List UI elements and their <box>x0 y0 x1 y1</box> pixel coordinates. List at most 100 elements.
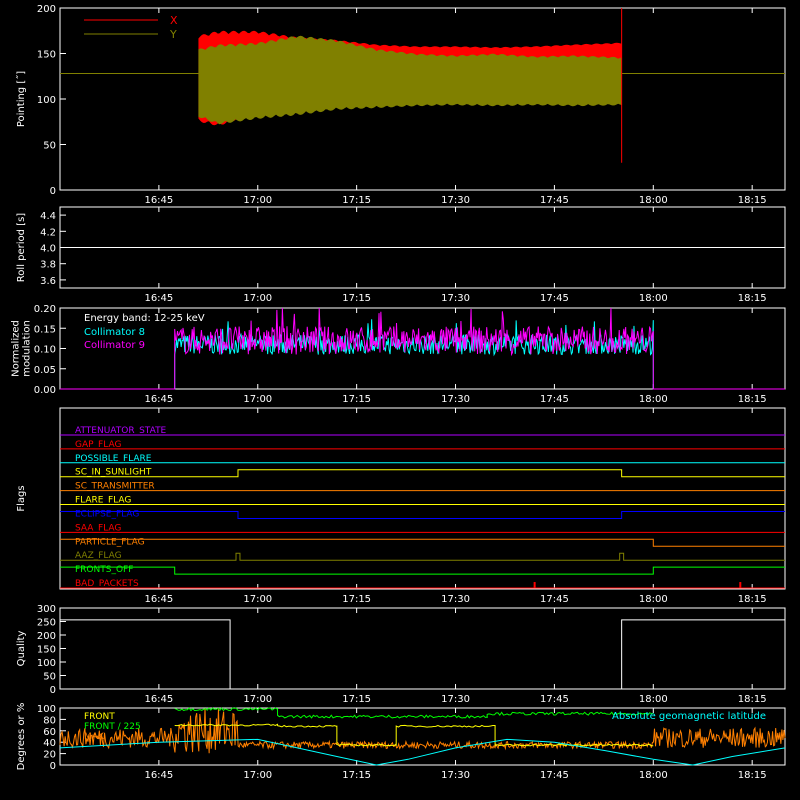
flags-xtick-label: 16:45 <box>144 594 173 605</box>
roll-xtick-label: 18:00 <box>639 293 668 304</box>
rates-xtick-label: 16:45 <box>144 770 173 781</box>
flag-label: ECLIPSE_FLAG <box>75 509 139 519</box>
pointing-ytick-label: 100 <box>37 95 56 106</box>
modulation-xtick-label: 17:00 <box>243 394 272 405</box>
rates-ylabel: Degrees or % <box>16 703 27 771</box>
modulation-ylabel: modulation <box>22 320 33 377</box>
flag-label: FRONTS_OFF <box>75 565 133 575</box>
modulation-xtick-label: 18:15 <box>738 394 767 405</box>
flag-label: POSSIBLE_FLARE <box>75 454 152 464</box>
quality-ylabel: Quality <box>16 631 27 667</box>
pointing-ytick-label: 0 <box>50 186 56 197</box>
modulation-annotation: Energy band: 12-25 keV <box>84 313 205 324</box>
rates-ytick-label: 100 <box>37 704 56 715</box>
pointing-ytick-label: 150 <box>37 50 56 61</box>
modulation-xtick-label: 17:30 <box>441 394 470 405</box>
flag-label: AAZ_FLAG <box>75 551 122 561</box>
rates-legend-label: FRONT / 225 <box>84 722 141 732</box>
modulation-ytick-label: 0.00 <box>34 385 56 396</box>
quality-ytick-label: 50 <box>43 672 56 683</box>
flag-label: PARTICLE_FLAG <box>75 537 145 547</box>
flag-label: SAA_FLAG <box>75 523 121 533</box>
quality-xtick-label: 18:00 <box>639 694 668 705</box>
quality-xtick-label: 17:00 <box>243 694 272 705</box>
flags-xtick-label: 17:00 <box>243 594 272 605</box>
modulation-xtick-label: 17:15 <box>342 394 371 405</box>
flag-label: SC_TRANSMITTER <box>75 482 155 492</box>
rates-xtick-label: 17:45 <box>540 770 569 781</box>
pointing-xtick-label: 17:30 <box>441 195 470 206</box>
pointing-xtick-label: 17:45 <box>540 195 569 206</box>
roll-ytick-label: 4.4 <box>40 211 56 222</box>
roll-xtick-label: 18:15 <box>738 293 767 304</box>
modulation-ytick-label: 0.15 <box>34 324 56 335</box>
quality-ytick-label: 150 <box>37 645 56 656</box>
quality-xtick-label: 17:30 <box>441 694 470 705</box>
roll-ylabel: Roll period [s] <box>16 213 27 282</box>
roll-ytick-label: 3.6 <box>40 276 56 287</box>
flag-label: GAP_FLAG <box>75 440 121 450</box>
roll-xtick-label: 17:45 <box>540 293 569 304</box>
flag-label: ATTENUATOR_STATE <box>75 426 167 436</box>
rates-xtick-label: 18:15 <box>738 770 767 781</box>
pointing-xtick-label: 16:45 <box>144 195 173 206</box>
rates-ytick-label: 80 <box>43 715 56 726</box>
pointing-legend-label: Y <box>169 28 177 41</box>
roll-xtick-label: 17:30 <box>441 293 470 304</box>
modulation-xtick-label: 18:00 <box>639 394 668 405</box>
pointing-xtick-label: 18:00 <box>639 195 668 206</box>
modulation-ylabel: Normalized <box>11 320 22 377</box>
roll-ytick-label: 4.0 <box>40 244 56 255</box>
modulation-legend-label: Collimator 8 <box>84 327 145 338</box>
flags-xtick-label: 17:45 <box>540 594 569 605</box>
rates-ytick-label: 20 <box>43 750 56 761</box>
pointing-xtick-label: 17:15 <box>342 195 371 206</box>
flags-xtick-label: 18:15 <box>738 594 767 605</box>
flags-xtick-label: 18:00 <box>639 594 668 605</box>
quality-xtick-label: 16:45 <box>144 694 173 705</box>
quality-ytick-label: 250 <box>37 618 56 629</box>
roll-ytick-label: 3.8 <box>40 260 56 271</box>
rates-xtick-label: 17:30 <box>441 770 470 781</box>
flags-ylabel: Flags <box>16 485 27 511</box>
flag-label: FLARE_FLAG <box>75 496 131 506</box>
roll-ytick-label: 4.2 <box>40 227 56 238</box>
roll-xtick-label: 17:15 <box>342 293 371 304</box>
quality-ytick-label: 0 <box>50 685 56 696</box>
pointing-xtick-label: 17:00 <box>243 195 272 206</box>
quality-ytick-label: 200 <box>37 631 56 642</box>
modulation-ytick-label: 0.10 <box>34 345 56 356</box>
rates-legend-label: Absolute geomagnetic latitude <box>612 711 766 722</box>
rates-legend-label: FRONT <box>84 712 115 722</box>
rates-xtick-label: 17:15 <box>342 770 371 781</box>
quality-ytick-label: 100 <box>37 658 56 669</box>
pointing-ytick-label: 50 <box>43 141 56 152</box>
modulation-ytick-label: 0.20 <box>34 304 56 315</box>
pointing-ytick-label: 200 <box>37 4 56 15</box>
modulation-xtick-label: 16:45 <box>144 394 173 405</box>
flag-label: SC_IN_SUNLIGHT <box>75 468 152 478</box>
modulation-xtick-label: 17:45 <box>540 394 569 405</box>
rates-legend-label: MAX <box>84 732 104 742</box>
pointing-legend-label: X <box>170 14 178 27</box>
roll-xtick-label: 17:00 <box>243 293 272 304</box>
modulation-ytick-label: 0.05 <box>34 365 56 376</box>
rates-xtick-label: 18:00 <box>639 770 668 781</box>
roll-xtick-label: 16:45 <box>144 293 173 304</box>
pointing-ylabel: Pointing [˝] <box>15 71 27 127</box>
rates-ytick-label: 0 <box>50 761 56 772</box>
flag-label: BAD_PACKETS <box>75 579 139 589</box>
quality-xtick-label: 18:15 <box>738 694 767 705</box>
quality-xtick-label: 17:15 <box>342 694 371 705</box>
quality-ytick-label: 300 <box>37 604 56 615</box>
quality-xtick-label: 17:45 <box>540 694 569 705</box>
rates-ytick-label: 60 <box>43 727 56 738</box>
flags-xtick-label: 17:15 <box>342 594 371 605</box>
rates-xtick-label: 17:00 <box>243 770 272 781</box>
rhessi-quicklook-chart: 16:45 17:00 17:15 17:30 17:45 18:00 18:15 0 50 10… <box>0 0 800 800</box>
pointing-xtick-label: 18:15 <box>738 195 767 206</box>
rates-ytick-label: 40 <box>43 738 56 749</box>
modulation-legend-label: Collimator 9 <box>84 340 145 351</box>
chart-background <box>0 0 800 800</box>
flags-xtick-label: 17:30 <box>441 594 470 605</box>
